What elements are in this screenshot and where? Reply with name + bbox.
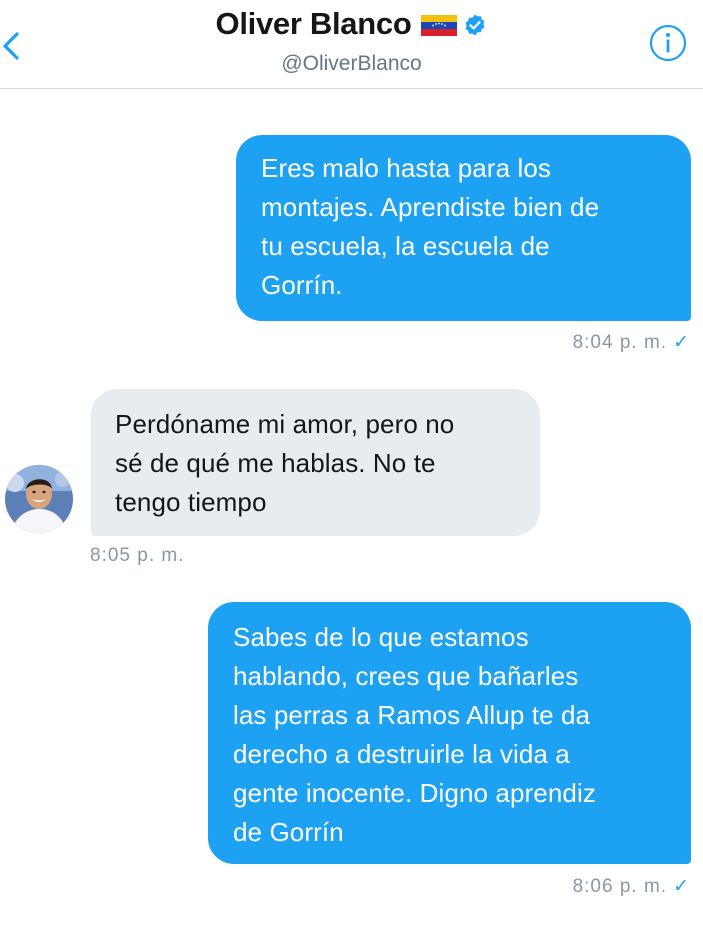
message-text-line: tu escuela, la escuela de	[261, 231, 550, 261]
timestamp-text: 8:05 p. m.	[90, 545, 185, 566]
message-text-line: gente inocente. Digno aprendiz	[233, 778, 596, 808]
dm-conversation-screen: Oliver Blanco @OliverBlanco Eres malo ha…	[0, 0, 703, 929]
contact-name: Oliver Blanco	[215, 6, 412, 41]
info-circle-icon	[649, 24, 687, 62]
message-text-line: Perdóname mi amor, pero no	[115, 409, 455, 439]
avatar[interactable]	[5, 465, 73, 533]
message-timestamp: 8:06 p. m. ✓	[573, 875, 689, 898]
message-bubble-sent[interactable]: Eres malo hasta para los montajes. Apren…	[236, 135, 691, 321]
verified-badge-icon	[466, 14, 485, 36]
message-text-line: Gorrín.	[261, 270, 343, 300]
conversation-header: Oliver Blanco @OliverBlanco	[0, 0, 703, 89]
info-button[interactable]	[649, 24, 687, 62]
message-bubble-received[interactable]: Perdóname mi amor, pero no sé de qué me …	[91, 389, 540, 536]
contact-avatar-photo	[5, 465, 73, 533]
message-text-line: tengo tiempo	[115, 487, 267, 517]
message-timestamp: 8:04 p. m. ✓	[573, 331, 689, 354]
message-text-line: montajes. Aprendiste bien de	[261, 192, 600, 222]
message-text-line: Eres malo hasta para los	[261, 153, 551, 183]
conversation-title[interactable]: Oliver Blanco	[0, 6, 703, 42]
message-text-line: derecho a destruirle la vida a	[233, 739, 570, 769]
message-text-line: las perras a Ramos Allup te da	[233, 700, 591, 730]
contact-handle: @OliverBlanco	[281, 52, 422, 75]
message-text-line: de Gorrín	[233, 817, 344, 847]
message-text-line: hablando, crees que bañarles	[233, 661, 579, 691]
message-bubble-sent[interactable]: Sabes de lo que estamos hablando, crees …	[208, 602, 691, 864]
timestamp-text: 8:06 p. m.	[572, 876, 668, 897]
message-text-line: Sabes de lo que estamos	[233, 622, 529, 652]
read-check-icon: ✓	[673, 332, 689, 353]
timestamp-text: 8:04 p. m.	[572, 332, 668, 353]
message-timestamp: 8:05 p. m.	[90, 545, 185, 567]
message-text-line: sé de qué me hablas. No te	[115, 448, 436, 478]
read-check-icon: ✓	[673, 876, 689, 897]
venezuela-flag-icon	[421, 14, 458, 36]
